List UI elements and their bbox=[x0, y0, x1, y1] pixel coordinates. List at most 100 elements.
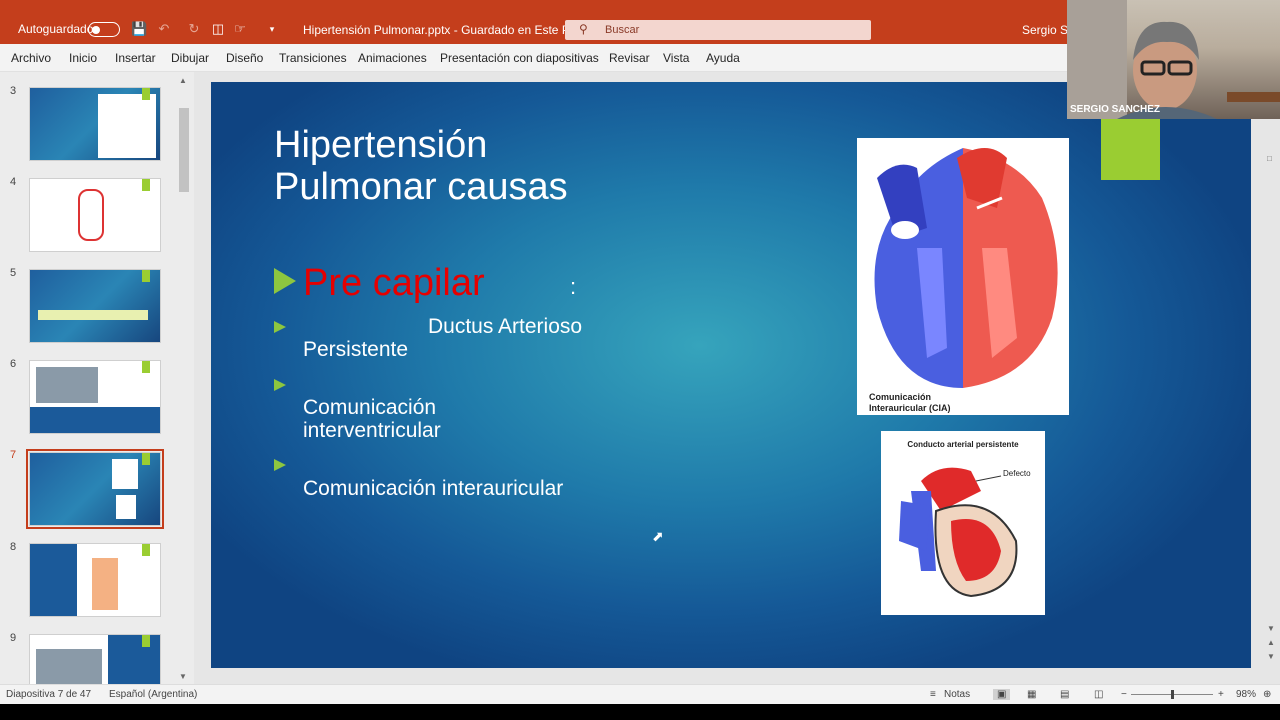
search-input[interactable]: ⚲ Buscar bbox=[565, 20, 871, 40]
document-title-text: Hipertensión Pulmonar.pptx - Guardado en… bbox=[303, 23, 579, 37]
tab-diseno[interactable]: Diseño bbox=[226, 51, 263, 65]
zoom-slider-knob[interactable] bbox=[1171, 690, 1174, 699]
mouse-cursor-icon: ⬈ bbox=[652, 528, 664, 544]
touch-icon[interactable]: ☞ bbox=[232, 21, 248, 37]
thumb-image bbox=[78, 189, 104, 241]
slide-title-line2: Pulmonar causas bbox=[274, 166, 568, 208]
thumb-number: 8 bbox=[10, 541, 17, 553]
bullet-civ-line2[interactable]: interventricular bbox=[303, 419, 441, 442]
thumb-number: 9 bbox=[10, 632, 17, 644]
slide-title[interactable]: Hipertensión Pulmonar causas bbox=[274, 124, 568, 208]
fit-slide-icon[interactable]: ⊕ bbox=[1263, 689, 1271, 700]
thumb-accent bbox=[142, 88, 150, 100]
ductus-illustration bbox=[899, 467, 1018, 598]
scrollbar-thumb[interactable] bbox=[179, 108, 189, 192]
thumb-boxes bbox=[92, 558, 118, 610]
tab-animaciones[interactable]: Animaciones bbox=[358, 51, 427, 65]
save-icon[interactable]: 💾 bbox=[131, 21, 147, 37]
thumb-number-active: 7 bbox=[10, 449, 17, 461]
screen-bottom-bar bbox=[0, 704, 1280, 720]
thumb-accent bbox=[142, 453, 150, 465]
heart-cia-image[interactable]: Comunicación Interauricular (CIA) bbox=[857, 138, 1069, 415]
caption-line2: Interauricular (CIA) bbox=[869, 403, 951, 413]
caption-line1: Comunicación bbox=[869, 392, 932, 402]
slide-thumbnail-8[interactable] bbox=[29, 543, 161, 617]
notes-button[interactable]: Notas bbox=[944, 689, 970, 700]
scroll-down-icon[interactable]: ▼ bbox=[179, 672, 187, 681]
webcam-name: SERGIO SANCHEZ bbox=[1070, 104, 1161, 115]
normal-view-icon[interactable]: ▣ bbox=[993, 689, 1011, 700]
thumb-image bbox=[36, 367, 98, 403]
slide-thumbnail-6[interactable] bbox=[29, 360, 161, 434]
language-indicator[interactable]: Español (Argentina) bbox=[109, 689, 197, 700]
slide-counter[interactable]: Diapositiva 7 de 47 bbox=[6, 689, 91, 700]
bullet-civ-line1[interactable]: Comunicación bbox=[303, 396, 436, 419]
zoom-out-icon[interactable]: − bbox=[1121, 689, 1127, 700]
slide-thumbnail-panel: 3 4 5 6 7 8 9 bbox=[0, 72, 194, 708]
thumb-band bbox=[30, 407, 160, 433]
webcam-overlay: SERGIO SANCHEZ bbox=[1067, 0, 1280, 119]
undo-icon[interactable]: ↶ bbox=[156, 21, 172, 37]
autosave-label: Autoguardado bbox=[18, 22, 94, 36]
thumb-image bbox=[116, 495, 136, 519]
customize-icon[interactable]: ▾ bbox=[264, 21, 280, 37]
pre-capilar-text: Pre capilar bbox=[303, 262, 485, 304]
webcam-shelf bbox=[1227, 92, 1280, 102]
arrow-bullet-icon bbox=[274, 379, 286, 391]
scroll-thumb-icon[interactable]: □ bbox=[1267, 154, 1272, 163]
zoom-level[interactable]: 98% bbox=[1236, 689, 1256, 700]
thumb-number: 5 bbox=[10, 267, 17, 279]
thumb-accent bbox=[142, 179, 150, 191]
thumbnail-scrollbar[interactable]: ▲ ▼ bbox=[178, 76, 190, 684]
thumb-image bbox=[98, 94, 156, 158]
search-placeholder: Buscar bbox=[605, 24, 640, 36]
arrow-bullet-icon bbox=[274, 321, 286, 333]
bullet-ductus-line1[interactable]: Ductus Arterioso bbox=[428, 315, 582, 338]
zoom-in-icon[interactable]: + bbox=[1218, 689, 1224, 700]
tab-revisar[interactable]: Revisar bbox=[609, 51, 650, 65]
thumb-image bbox=[112, 459, 138, 489]
bullet-cia[interactable]: Comunicación interauricular bbox=[303, 477, 563, 500]
tab-presentacion[interactable]: Presentación con diapositivas bbox=[440, 51, 599, 65]
reading-view-icon[interactable]: ▤ bbox=[1060, 689, 1069, 700]
tab-inicio[interactable]: Inicio bbox=[69, 51, 97, 65]
slide-sorter-icon[interactable]: ▦ bbox=[1027, 689, 1036, 700]
notes-icon[interactable]: ≡ bbox=[930, 689, 936, 700]
slide-thumbnail-3[interactable] bbox=[29, 87, 161, 161]
slide-thumbnail-5[interactable] bbox=[29, 269, 161, 343]
document-title[interactable]: Hipertensión Pulmonar.pptx - Guardado en… bbox=[303, 23, 590, 37]
tab-ayuda[interactable]: Ayuda bbox=[706, 51, 740, 65]
autosave-toggle[interactable] bbox=[88, 22, 120, 37]
tab-transiciones[interactable]: Transiciones bbox=[279, 51, 347, 65]
heart-cia-caption: Comunicación Interauricular (CIA) bbox=[869, 392, 951, 414]
tab-vista[interactable]: Vista bbox=[663, 51, 689, 65]
thumb-number: 3 bbox=[10, 85, 17, 97]
thumb-accent bbox=[142, 361, 150, 373]
arrow-bullet-icon bbox=[274, 268, 296, 294]
present-icon[interactable]: ◫ bbox=[210, 21, 226, 37]
slide-thumbnail-4[interactable] bbox=[29, 178, 161, 252]
thumb-accent bbox=[142, 635, 150, 647]
heart-cia-illustration bbox=[874, 148, 1058, 388]
bullet-ductus-line2[interactable]: Persistente bbox=[303, 338, 408, 361]
pre-capilar-colon: : bbox=[570, 274, 577, 299]
tab-dibujar[interactable]: Dibujar bbox=[171, 51, 209, 65]
thumb-number: 6 bbox=[10, 358, 17, 370]
thumb-boxes bbox=[38, 310, 148, 320]
redo-icon[interactable]: ↻ bbox=[186, 21, 202, 37]
prev-slide-icon[interactable]: ▲ bbox=[1267, 638, 1275, 647]
ductus-image[interactable]: Conducto arterial persistente Defecto bbox=[881, 431, 1045, 615]
slide-accent-square bbox=[1101, 119, 1160, 180]
slide-canvas[interactable]: Hipertensión Pulmonar causas Pre capilar… bbox=[211, 82, 1251, 668]
thumb-accent bbox=[142, 270, 150, 282]
next-slide-icon[interactable]: ▼ bbox=[1267, 652, 1275, 661]
tab-archivo[interactable]: Archivo bbox=[11, 51, 51, 65]
arrow-bullet-icon bbox=[274, 459, 286, 471]
status-bar: Diapositiva 7 de 47 Español (Argentina) … bbox=[0, 684, 1280, 704]
scroll-down-icon[interactable]: ▼ bbox=[1267, 624, 1275, 633]
slideshow-icon[interactable]: ◫ bbox=[1094, 689, 1103, 700]
slide-scrollbar[interactable]: □ ▼ ▲ ▼ bbox=[1264, 150, 1278, 670]
tab-insertar[interactable]: Insertar bbox=[115, 51, 156, 65]
slide-thumbnail-7[interactable] bbox=[26, 449, 164, 529]
scroll-up-icon[interactable]: ▲ bbox=[179, 76, 187, 85]
